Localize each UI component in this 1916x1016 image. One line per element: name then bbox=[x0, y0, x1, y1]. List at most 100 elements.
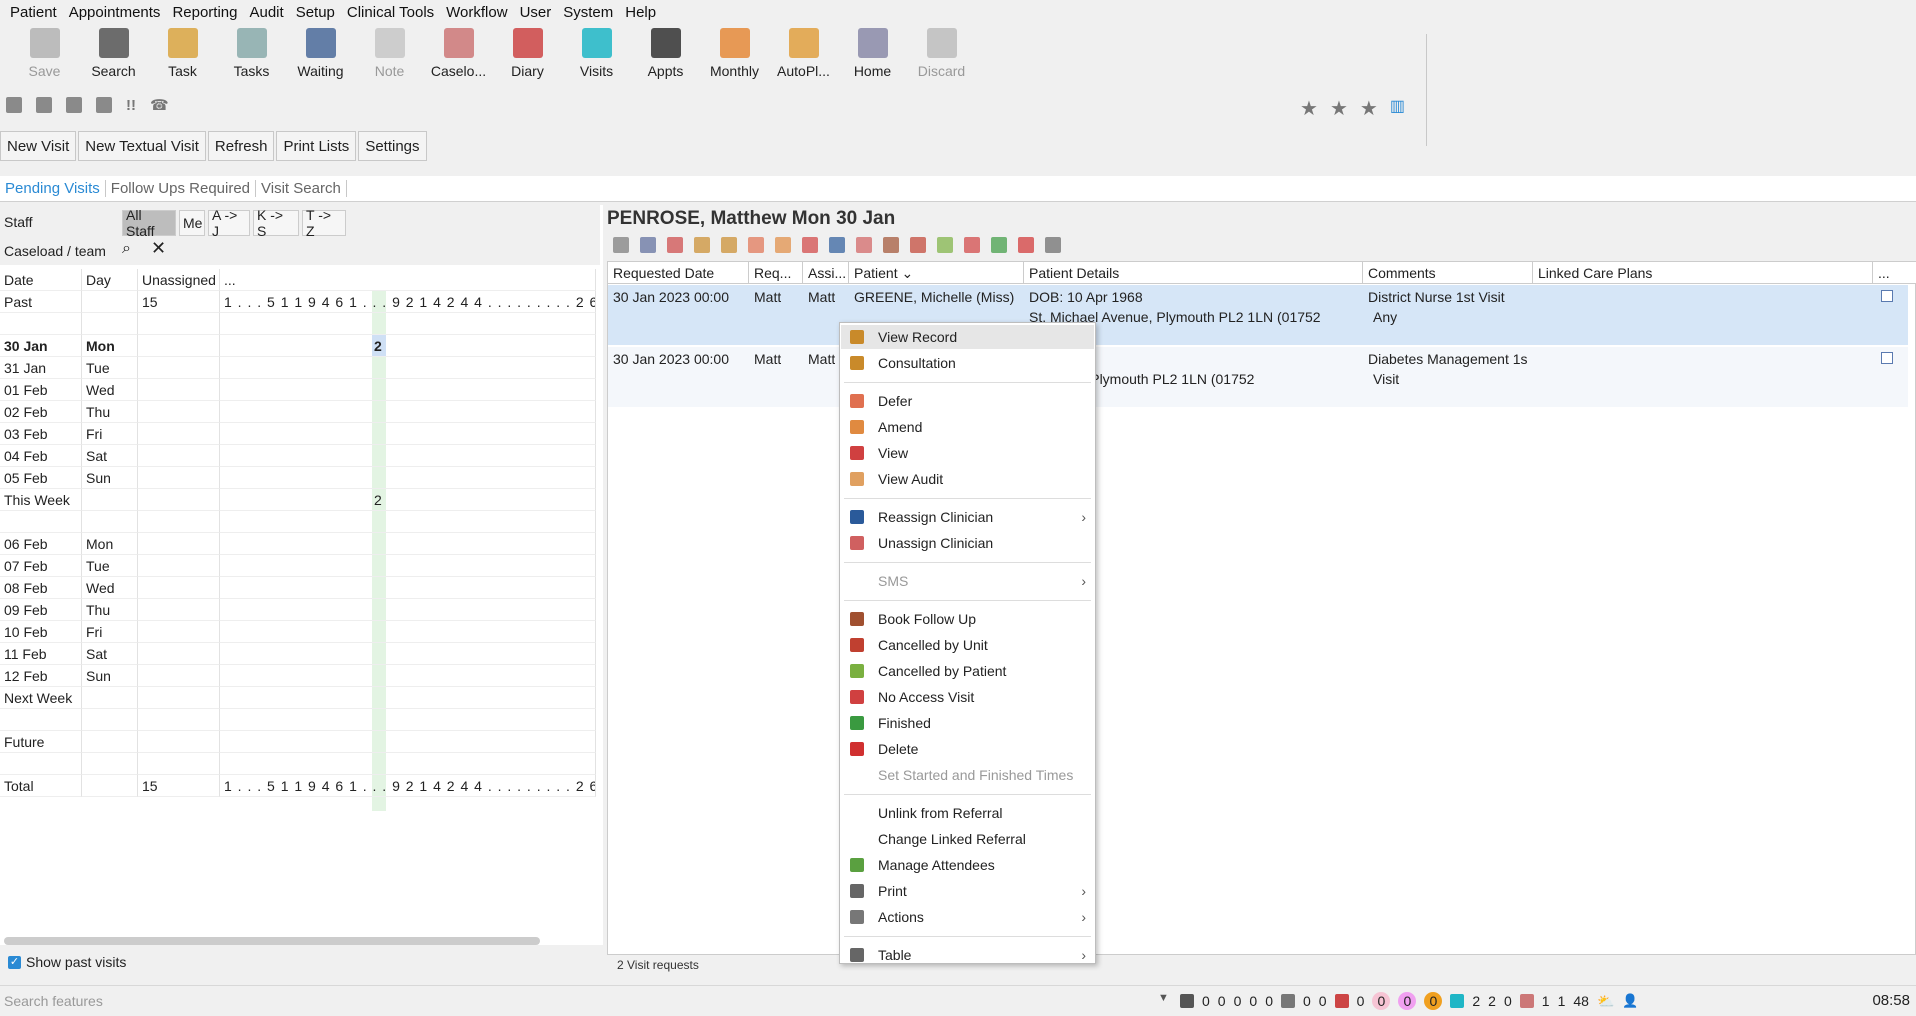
menu-workflow[interactable]: Workflow bbox=[440, 4, 513, 21]
menu-item-unlink-from-referral[interactable]: Unlink from Referral bbox=[841, 801, 1094, 825]
stats-icon[interactable]: ▥ bbox=[1390, 96, 1405, 121]
row-checkbox[interactable] bbox=[1881, 290, 1893, 302]
search-icon[interactable]: ⌕ bbox=[122, 240, 131, 258]
alert-icon[interactable]: !! bbox=[126, 97, 136, 114]
menu-audit[interactable]: Audit bbox=[243, 4, 289, 21]
toolbar-caselo-button[interactable]: Caselo... bbox=[424, 28, 493, 79]
toolbar-discard-button[interactable]: Discard bbox=[907, 28, 976, 79]
grid-row[interactable]: 02 Feb Thu bbox=[0, 401, 596, 423]
toolbar-waiting-button[interactable]: Waiting bbox=[286, 28, 355, 79]
inbox-icon[interactable] bbox=[1280, 994, 1295, 1008]
menu-item-book-follow-up[interactable]: Book Follow Up bbox=[841, 607, 1094, 631]
menu-item-delete[interactable]: Delete bbox=[841, 737, 1094, 761]
menu-item-finished[interactable]: Finished bbox=[841, 711, 1094, 735]
status-circle[interactable]: 0 bbox=[1372, 992, 1391, 1010]
visit-toolbar-icon[interactable] bbox=[1045, 237, 1061, 253]
grid-row[interactable]: Past 15 1 . . . 5 1 1 9 4 6 1 . . . 9 2 1 … bbox=[0, 291, 596, 313]
star-icon[interactable]: ★ bbox=[1330, 96, 1348, 121]
menu-item-view[interactable]: View bbox=[841, 441, 1094, 465]
visit-toolbar-icon[interactable] bbox=[991, 237, 1007, 253]
tab-pending-visits[interactable]: Pending Visits bbox=[0, 180, 106, 197]
weather-icon[interactable]: ⛅ bbox=[1597, 993, 1614, 1010]
settings-button[interactable]: Settings bbox=[358, 131, 427, 161]
chart-icon[interactable] bbox=[66, 97, 82, 113]
tab-visit-search[interactable]: Visit Search bbox=[256, 180, 347, 197]
visits-status-icon[interactable] bbox=[1450, 994, 1465, 1008]
status-circle[interactable]: 0 bbox=[1424, 992, 1443, 1010]
grid-row[interactable]: 09 Feb Thu bbox=[0, 599, 596, 621]
grid-row[interactable]: 12 Feb Sun bbox=[0, 665, 596, 687]
print-lists-button[interactable]: Print Lists bbox=[276, 131, 357, 161]
column-header[interactable]: Requested Date bbox=[608, 262, 749, 284]
toolbar-visits-button[interactable]: Visits bbox=[562, 28, 631, 79]
user-icon[interactable] bbox=[6, 97, 22, 113]
menu-clinical-tools[interactable]: Clinical Tools bbox=[341, 4, 440, 21]
column-header[interactable]: Assi... bbox=[803, 262, 849, 284]
search-features-input[interactable]: Search features bbox=[4, 990, 1169, 1012]
toolbar-save-button[interactable]: Save bbox=[10, 28, 79, 79]
menu-item-cancelled-by-unit[interactable]: Cancelled by Unit bbox=[841, 633, 1094, 657]
visit-toolbar-icon[interactable] bbox=[640, 237, 656, 253]
grid-row[interactable] bbox=[0, 511, 596, 533]
menu-item-view-record[interactable]: View Record bbox=[841, 325, 1094, 349]
menu-item-consultation[interactable]: Consultation bbox=[841, 351, 1094, 375]
grid-row[interactable]: Total 15 1 . . . 5 1 1 9 4 6 1 . . . 9 2 1… bbox=[0, 775, 596, 797]
visit-toolbar-icon[interactable] bbox=[613, 237, 629, 253]
toolbar-note-button[interactable]: Note bbox=[355, 28, 424, 79]
grid-row[interactable] bbox=[0, 313, 596, 335]
column-header[interactable]: ... bbox=[1873, 262, 1916, 284]
menu-appointments[interactable]: Appointments bbox=[63, 4, 167, 21]
grid-row[interactable]: Future bbox=[0, 731, 596, 753]
menu-item-view-audit[interactable]: View Audit bbox=[841, 467, 1094, 491]
toolbar-home-button[interactable]: Home bbox=[838, 28, 907, 79]
grid-row[interactable]: 06 Feb Mon bbox=[0, 533, 596, 555]
column-header[interactable]: Req... bbox=[749, 262, 803, 284]
grid-row[interactable]: Next Week bbox=[0, 687, 596, 709]
visit-toolbar-icon[interactable] bbox=[667, 237, 683, 253]
grid-row[interactable]: 04 Feb Sat bbox=[0, 445, 596, 467]
menu-help[interactable]: Help bbox=[619, 4, 662, 21]
visit-toolbar-icon[interactable] bbox=[937, 237, 953, 253]
star-icon[interactable]: ★ bbox=[1360, 96, 1378, 121]
menu-item-actions[interactable]: Actions › bbox=[841, 905, 1094, 929]
document-icon[interactable] bbox=[96, 97, 112, 113]
visit-toolbar-icon[interactable] bbox=[802, 237, 818, 253]
menu-reporting[interactable]: Reporting bbox=[166, 4, 243, 21]
grid-row[interactable]: 31 Jan Tue bbox=[0, 357, 596, 379]
clear-icon[interactable]: ✕ bbox=[151, 238, 166, 259]
menu-user[interactable]: User bbox=[514, 4, 558, 21]
visit-toolbar-icon[interactable] bbox=[910, 237, 926, 253]
staff-filter-3[interactable]: K -> S bbox=[253, 207, 299, 239]
grid-row[interactable]: 10 Feb Fri bbox=[0, 621, 596, 643]
column-header[interactable]: Patient ⌄ bbox=[849, 262, 1024, 284]
menu-item-table[interactable]: Table › bbox=[841, 943, 1094, 967]
grid-row[interactable]: 01 Feb Wed bbox=[0, 379, 596, 401]
grid-row[interactable] bbox=[0, 709, 596, 731]
toolbar-diary-button[interactable]: Diary bbox=[493, 28, 562, 79]
toolbar-search-button[interactable]: Search bbox=[79, 28, 148, 79]
visit-toolbar-icon[interactable] bbox=[829, 237, 845, 253]
table-row[interactable] bbox=[608, 347, 1908, 407]
visit-toolbar-icon[interactable] bbox=[721, 237, 737, 253]
toolbar-task-button[interactable]: Task bbox=[148, 28, 217, 79]
grid-row[interactable]: 03 Feb Fri bbox=[0, 423, 596, 445]
toolbar-autopl-button[interactable]: AutoPl... bbox=[769, 28, 838, 79]
visit-toolbar-icon[interactable] bbox=[775, 237, 791, 253]
visit-toolbar-icon[interactable] bbox=[694, 237, 710, 253]
show-past-visits-checkbox[interactable]: ✓ Show past visits bbox=[8, 954, 126, 970]
visit-toolbar-icon[interactable] bbox=[883, 237, 899, 253]
grid-row[interactable]: 07 Feb Tue bbox=[0, 555, 596, 577]
toolbar-tasks-button[interactable]: Tasks bbox=[217, 28, 286, 79]
visit-toolbar-icon[interactable] bbox=[856, 237, 872, 253]
star-icon[interactable]: ★ bbox=[1300, 96, 1318, 121]
menu-system[interactable]: System bbox=[557, 4, 619, 21]
visit-toolbar-icon[interactable] bbox=[1018, 237, 1034, 253]
grid-row[interactable]: 30 Jan Mon 2 bbox=[0, 335, 596, 357]
column-header[interactable]: Linked Care Plans bbox=[1533, 262, 1873, 284]
new-visit-button[interactable]: New Visit bbox=[0, 131, 77, 161]
column-header[interactable]: Patient Details bbox=[1024, 262, 1363, 284]
refresh-button[interactable]: Refresh bbox=[207, 131, 275, 161]
status-circle[interactable]: 0 bbox=[1398, 992, 1417, 1010]
menu-item-reassign-clinician[interactable]: Reassign Clinician › bbox=[841, 505, 1094, 529]
task-status-icon[interactable] bbox=[1519, 994, 1534, 1008]
